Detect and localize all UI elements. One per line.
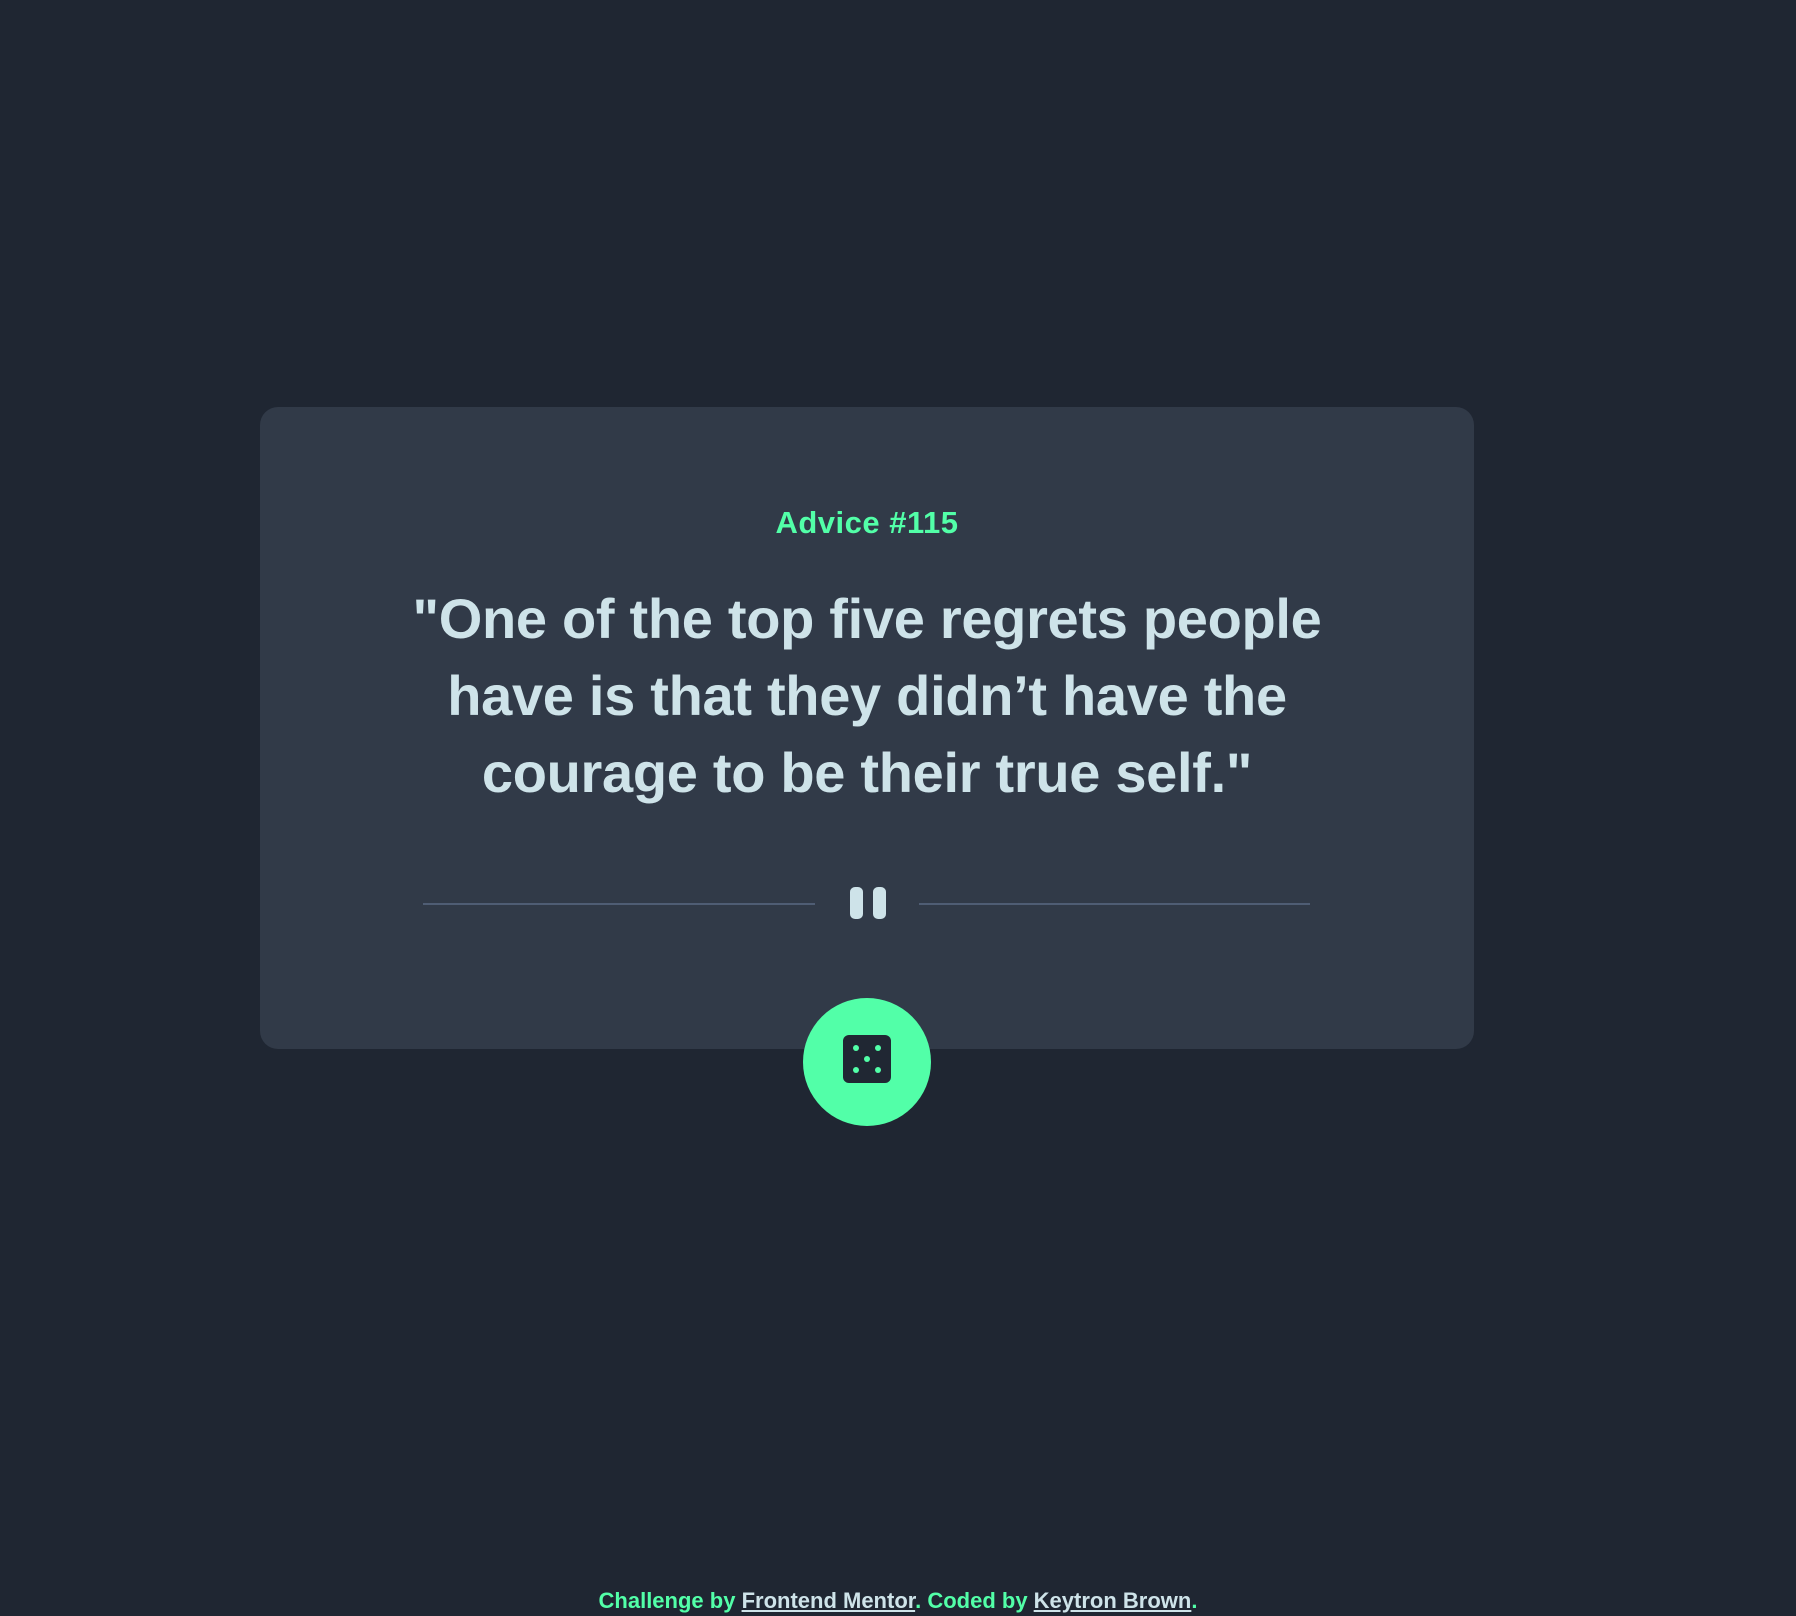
attribution-footer: Challenge by Frontend Mentor. Coded by K… [0, 1588, 1796, 1614]
advice-id: Advice #115 [775, 505, 959, 540]
advice-card: Advice #115 "One of the top five regrets… [260, 407, 1474, 1049]
dice-pip [853, 1045, 859, 1051]
dice-pip [864, 1056, 870, 1062]
divider-line-left [423, 903, 815, 905]
pause-icon [846, 887, 890, 919]
divider-line-right [919, 903, 1310, 905]
generate-advice-button[interactable] [803, 998, 931, 1126]
footer-middle: . Coded by [915, 1588, 1034, 1613]
pattern-divider [423, 883, 1310, 923]
pause-bar-left [850, 887, 863, 919]
dice-pip [853, 1067, 859, 1073]
dice-pip [875, 1067, 881, 1073]
dice-icon [843, 1035, 891, 1083]
footer-suffix: . [1191, 1588, 1198, 1613]
footer-prefix: Challenge by [598, 1588, 742, 1613]
author-link[interactable]: Keytron Brown [1034, 1588, 1192, 1613]
dice-pip [875, 1045, 881, 1051]
advice-quote: "One of the top five regrets people have… [412, 587, 1322, 804]
frontend-mentor-link[interactable]: Frontend Mentor [742, 1588, 916, 1613]
pause-bar-right [873, 887, 886, 919]
